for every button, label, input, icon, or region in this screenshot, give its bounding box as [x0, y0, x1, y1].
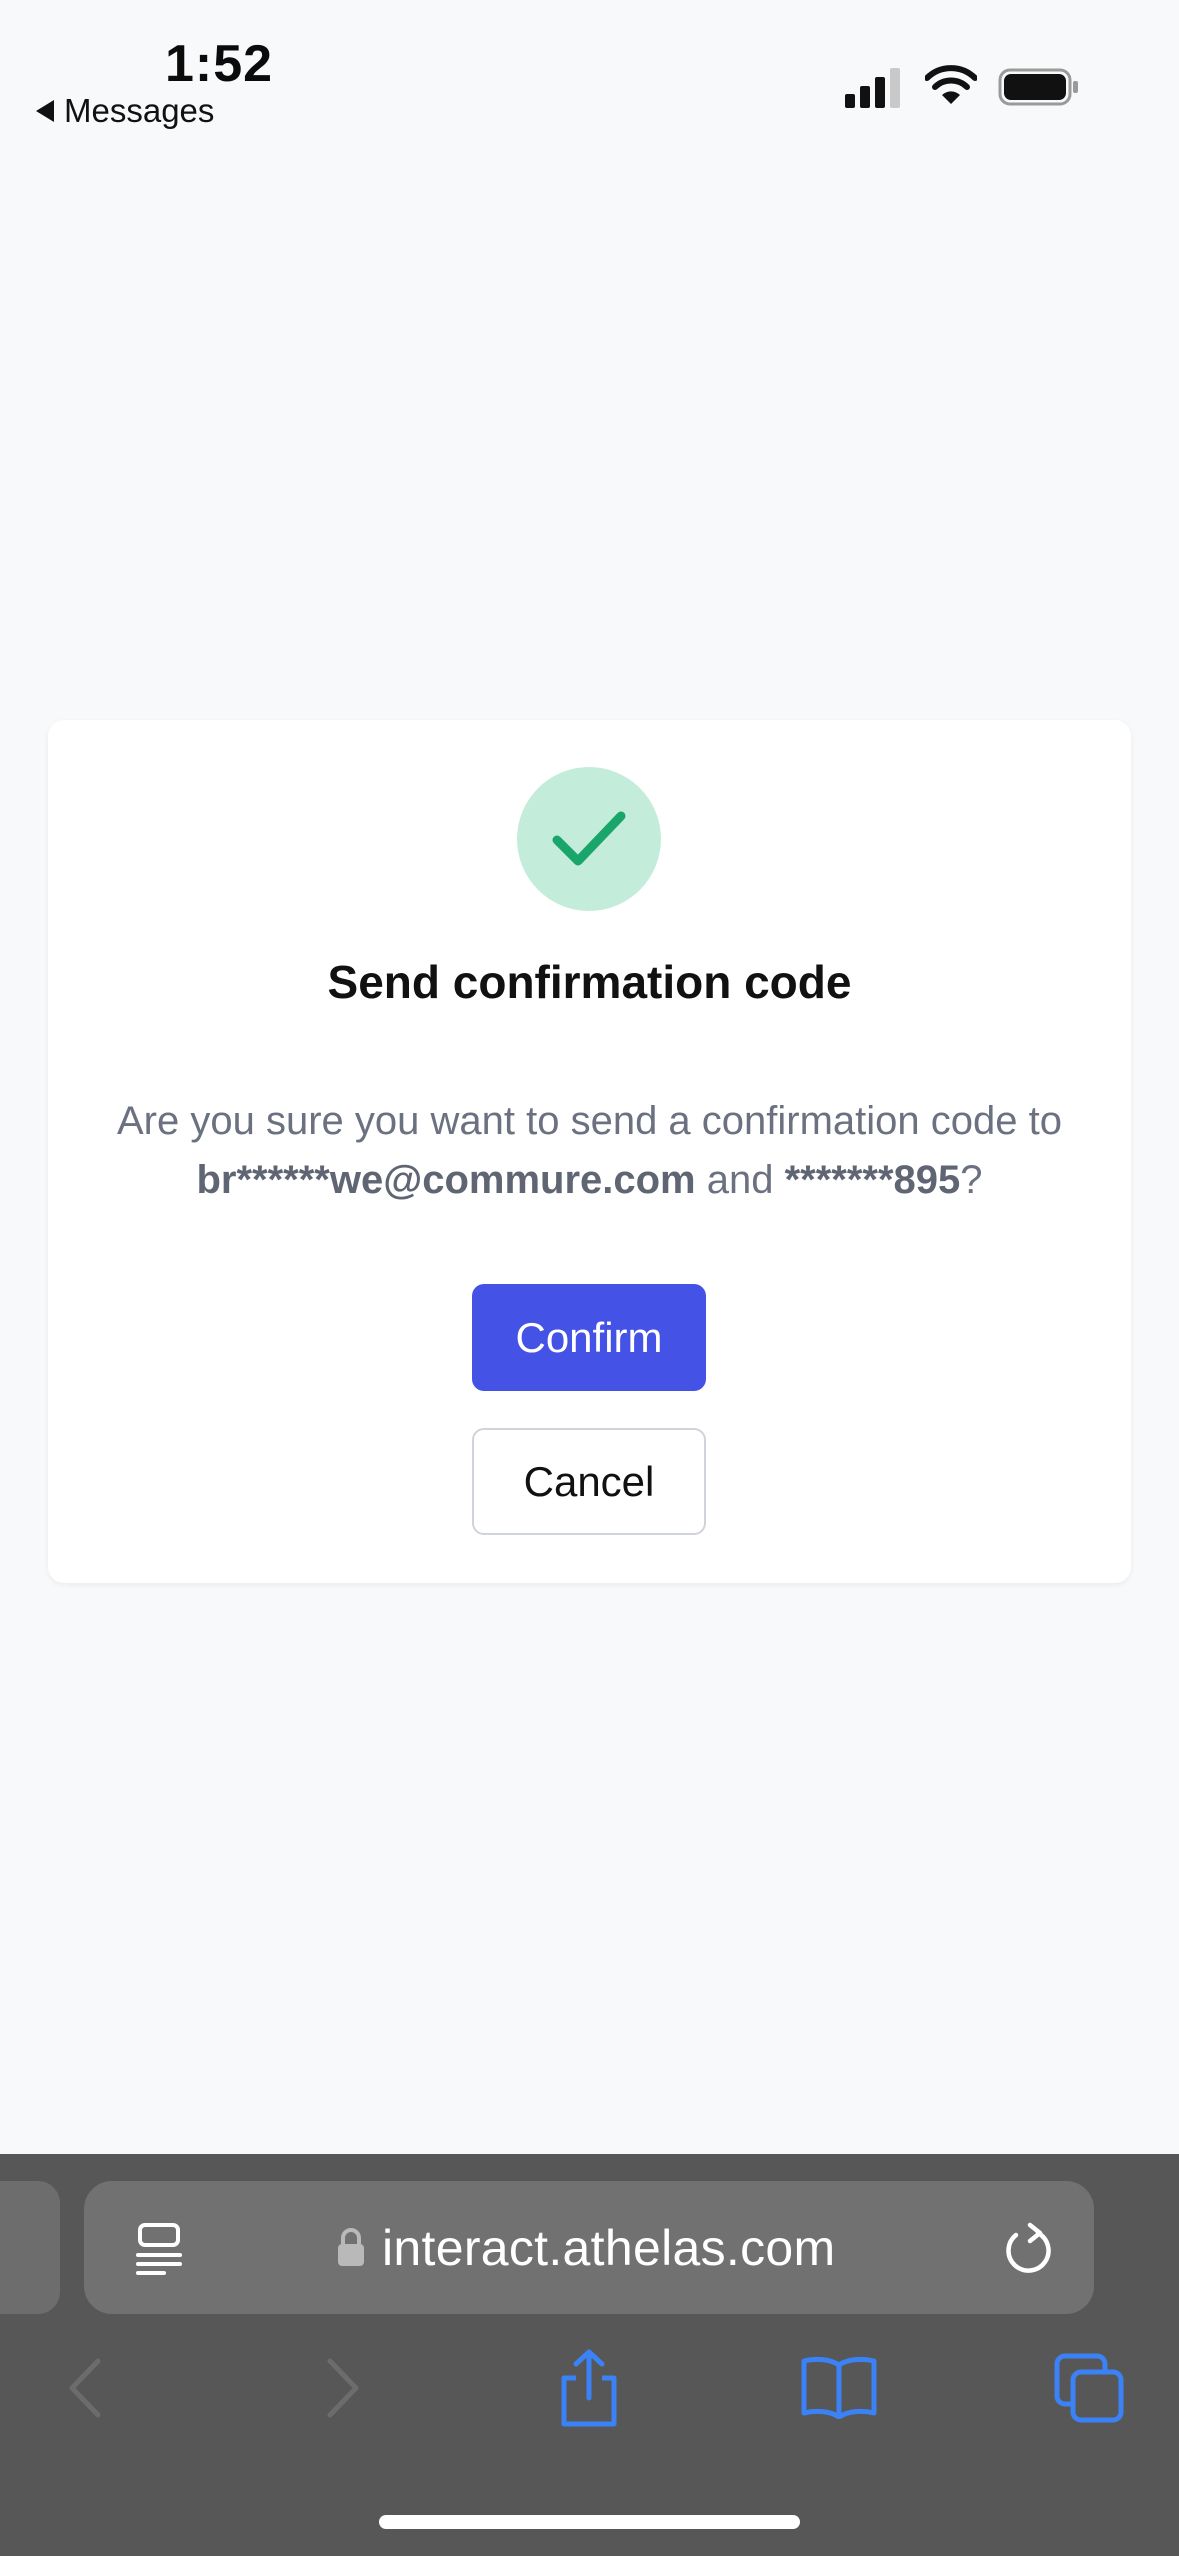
- cellular-signal-icon: [845, 68, 900, 108]
- checkmark-icon: [552, 811, 626, 866]
- bookmarks-icon[interactable]: [800, 2355, 878, 2419]
- message-prefix: Are you sure you want to send a confirma…: [117, 1099, 1062, 1143]
- masked-phone: *******895: [784, 1158, 961, 1202]
- page-menu-icon[interactable]: [134, 2221, 184, 2275]
- previous-tab-preview[interactable]: [0, 2181, 60, 2314]
- reload-icon[interactable]: [1002, 2221, 1056, 2277]
- cancel-button[interactable]: Cancel: [472, 1428, 706, 1535]
- forward-icon[interactable]: [322, 2357, 362, 2419]
- tabs-icon[interactable]: [1053, 2352, 1125, 2424]
- back-triangle-icon: [36, 100, 54, 122]
- message-suffix: ?: [960, 1158, 983, 1202]
- back-to-messages-button[interactable]: Messages: [36, 92, 214, 130]
- dialog-title: Send confirmation code: [327, 956, 852, 1008]
- address-bar[interactable]: interact.athelas.com: [84, 2181, 1094, 2314]
- share-icon[interactable]: [556, 2348, 622, 2428]
- url-text[interactable]: interact.athelas.com: [382, 2219, 835, 2277]
- home-indicator[interactable]: [379, 2515, 800, 2529]
- back-icon[interactable]: [66, 2357, 106, 2419]
- back-app-label: Messages: [64, 92, 215, 129]
- wifi-icon: [925, 65, 977, 104]
- confirmation-dialog: Send confirmation code Are you sure you …: [48, 720, 1131, 1583]
- success-badge: [517, 767, 661, 911]
- masked-email: br******we@commure.com: [196, 1158, 696, 1202]
- status-bar: 1:52 Messages: [0, 0, 1179, 150]
- status-time: 1:52: [165, 35, 274, 93]
- confirm-button[interactable]: Confirm: [472, 1284, 706, 1391]
- message-middle: and: [695, 1158, 785, 1202]
- battery-icon: [998, 68, 1078, 106]
- lock-icon: [338, 2228, 364, 2266]
- dialog-message: Are you sure you want to send a confirma…: [88, 1092, 1091, 1210]
